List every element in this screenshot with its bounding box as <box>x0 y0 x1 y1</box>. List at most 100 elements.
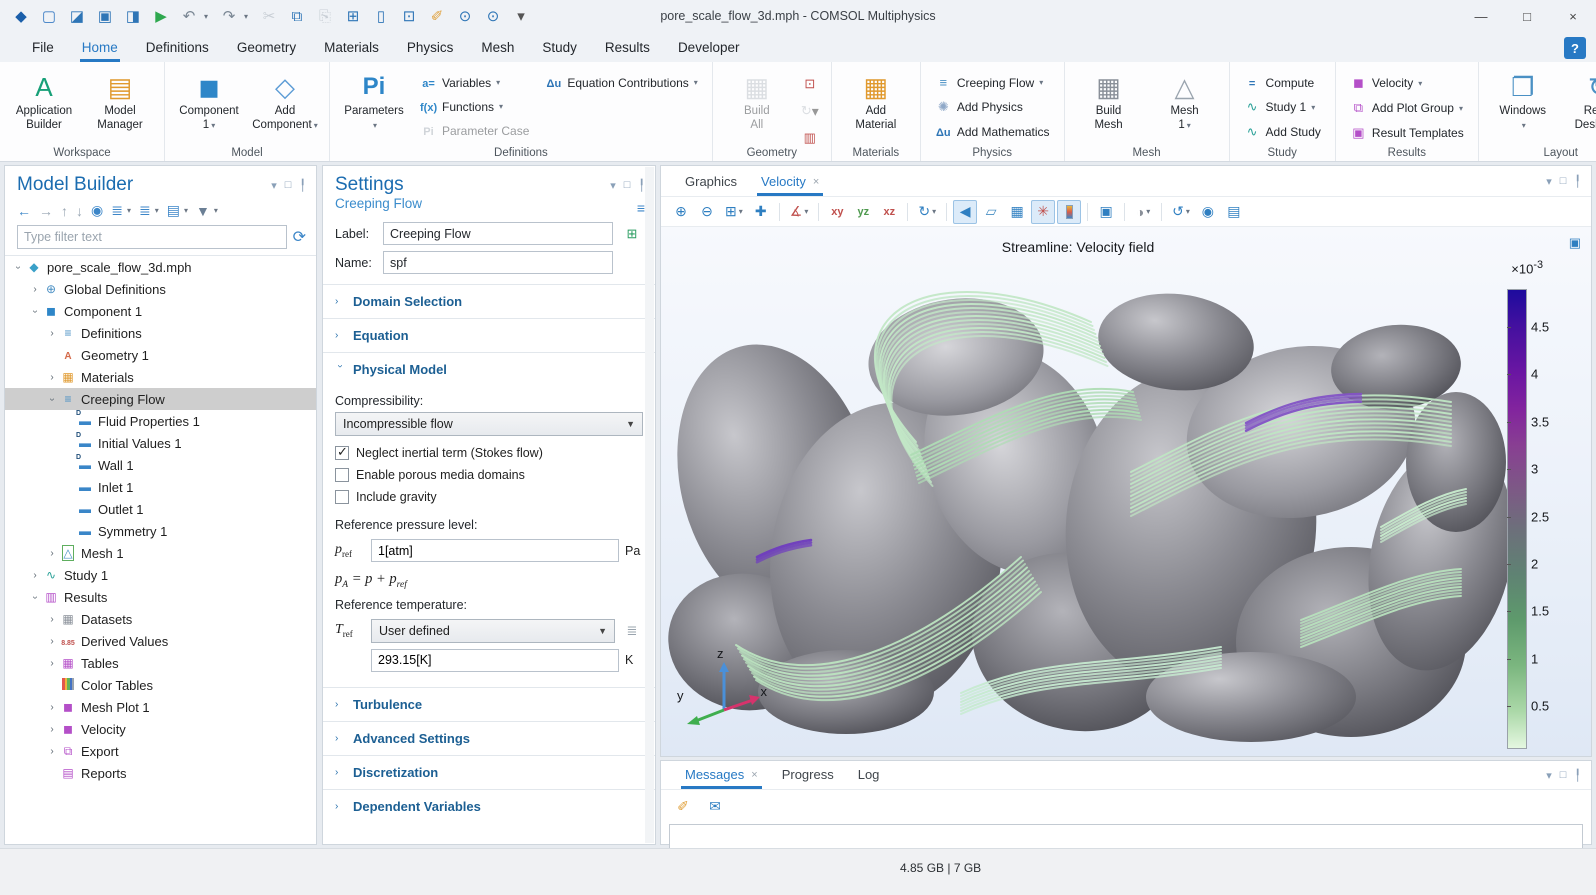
ribbon-tab-mesh[interactable]: Mesh <box>467 35 528 62</box>
build-all-button[interactable]: ▦BuildAll <box>721 66 793 142</box>
section-equation[interactable]: ›Equation <box>323 318 655 352</box>
redo-icon[interactable]: ↷ <box>216 4 242 28</box>
ribbon-tab-physics[interactable]: Physics <box>393 35 468 62</box>
velocity-button[interactable]: ◼Velocity▾ <box>1344 72 1470 94</box>
print-button[interactable]: ▤ <box>1222 200 1246 224</box>
view-xy-button[interactable]: xy <box>825 200 849 224</box>
open-icon[interactable]: ◪ <box>64 4 90 28</box>
tree-expander-icon[interactable]: › <box>45 372 59 383</box>
ribbon-tab-developer[interactable]: Developer <box>664 35 754 62</box>
qat-overflow-icon[interactable]: ▾ <box>508 4 534 28</box>
tree-item-creeping-flow[interactable]: ›≡Creeping Flow <box>5 388 316 410</box>
go-to-view-button[interactable]: ∡▾ <box>786 200 813 224</box>
checkbox-include-gravity[interactable]: Include gravity <box>335 486 643 508</box>
show-icon[interactable]: ◉ <box>91 202 103 219</box>
camera-button[interactable]: ◉ <box>1196 200 1220 224</box>
transparency-button[interactable]: ▱ <box>979 200 1003 224</box>
section-dependent-variables[interactable]: ›Dependent Variables <box>323 789 655 823</box>
label-input[interactable] <box>383 222 613 245</box>
compressibility-combobox[interactable]: Incompressible flow ▼ <box>335 412 643 436</box>
add-study-button[interactable]: ∿Add Study <box>1238 121 1327 143</box>
tree-item-component-1[interactable]: ›◼Component 1 <box>5 300 316 322</box>
result-templates-button[interactable]: ▣Result Templates <box>1344 122 1470 144</box>
float-panel-icon[interactable]: □ <box>624 179 631 192</box>
list-select-icon[interactable]: ≣ <box>621 620 643 642</box>
tree-expander-icon[interactable]: › <box>45 724 59 735</box>
tree-item-tables[interactable]: ›▦Tables <box>5 652 316 674</box>
filter-input[interactable] <box>17 225 287 249</box>
tree-item-reports[interactable]: ▤Reports <box>5 762 316 784</box>
checkbox-icon[interactable] <box>335 446 349 460</box>
equation-contributions-button[interactable]: ΔuEquation Contributions▾ <box>539 72 703 93</box>
parameter-case-button[interactable]: PiParameter Case <box>414 120 535 141</box>
compute-button[interactable]: =Compute <box>1238 72 1327 93</box>
section-advanced-settings[interactable]: ›Advanced Settings <box>323 721 655 755</box>
ribbon-tab-geometry[interactable]: Geometry <box>223 35 310 62</box>
model-tree-node-icon[interactable]: ▤ <box>167 202 180 219</box>
rename-icon[interactable]: ⊞ <box>621 223 643 245</box>
ribbon-tab-definitions[interactable]: Definitions <box>132 35 223 62</box>
delete-icon[interactable]: ▯ <box>368 4 394 28</box>
tree-item-datasets[interactable]: ›▦Datasets <box>5 608 316 630</box>
color-theme-button[interactable]: ◑▾ <box>1131 200 1155 224</box>
application-builder-button[interactable]: AApplicationBuilder <box>8 66 80 142</box>
checkbox-neglect-inertial[interactable]: Neglect inertial term (Stokes flow) <box>335 442 643 464</box>
tree-item-geometry-1[interactable]: AGeometry 1 <box>5 344 316 366</box>
close-tab-icon[interactable]: × <box>751 769 757 781</box>
maximize-button[interactable]: □ <box>1504 0 1550 32</box>
panel-menu-icon[interactable]: ▾ <box>1546 175 1552 188</box>
undo-icon[interactable]: ↶ <box>176 4 202 28</box>
ribbon-tab-study[interactable]: Study <box>528 35 591 62</box>
checkbox-icon[interactable] <box>335 490 349 504</box>
tree-expander-icon[interactable]: › <box>47 392 58 406</box>
clear-messages-button[interactable]: ✐ <box>671 794 695 818</box>
creeping-flow-button[interactable]: ≡Creeping Flow▾ <box>929 72 1056 93</box>
graphics-canvas[interactable]: Streamline: Velocity field ▣ <box>661 226 1591 756</box>
tree-item-materials[interactable]: ›▦Materials <box>5 366 316 388</box>
tree-item-velocity[interactable]: ›◼Velocity <box>5 718 316 740</box>
ribbon-tab-home[interactable]: Home <box>68 35 132 62</box>
tref-combobox[interactable]: User defined ▼ <box>371 619 615 643</box>
float-panel-icon[interactable]: □ <box>1560 175 1567 188</box>
tree-expander-icon[interactable]: › <box>45 614 59 625</box>
scene-light-button[interactable]: ◀ <box>953 200 977 224</box>
show-axes-button[interactable]: ✳ <box>1031 200 1055 224</box>
graphics-tab-velocity[interactable]: Velocity× <box>751 169 829 196</box>
pin-panel-icon[interactable]: ╿ <box>1574 175 1581 188</box>
run-icon[interactable]: ▶ <box>148 4 174 28</box>
move-up-icon[interactable]: ↑ <box>61 203 68 219</box>
insert-sequence-button[interactable]: ⊡ <box>797 72 823 96</box>
tree-item-initial-values-1[interactable]: ▬DInitial Values 1 <box>5 432 316 454</box>
select-box-icon[interactable]: ⊡ <box>396 4 422 28</box>
grid-button[interactable]: ▦ <box>1005 200 1029 224</box>
model-manager-button[interactable]: ▤ModelManager <box>84 66 156 142</box>
rebuild-button[interactable]: ↻▾ <box>797 99 823 123</box>
tree-item-inlet-1[interactable]: ▬Inlet 1 <box>5 476 316 498</box>
tree-expander-icon[interactable]: › <box>30 304 41 318</box>
view-yz-button[interactable]: yz <box>851 200 875 224</box>
checkbox-icon[interactable] <box>335 468 349 482</box>
cut-icon[interactable]: ✂ <box>256 4 282 28</box>
section-domain-selection[interactable]: ›Domain Selection <box>323 284 655 318</box>
tree-item-global-definitions[interactable]: ›⊕Global Definitions <box>5 278 316 300</box>
tree-expander-icon[interactable]: › <box>28 284 42 295</box>
save-icon[interactable]: ▣ <box>92 4 118 28</box>
find-replace-icon[interactable]: ⊙ <box>480 4 506 28</box>
tree-expander-icon[interactable]: › <box>45 328 59 339</box>
name-input[interactable] <box>383 251 613 274</box>
mesh-1-button[interactable]: △Mesh1▾ <box>1149 66 1221 142</box>
tree-expander-icon[interactable]: › <box>45 636 59 647</box>
panel-menu-icon[interactable]: ▾ <box>610 179 616 192</box>
panel-menu-icon[interactable]: ▾ <box>1546 769 1552 782</box>
help-button[interactable]: ? <box>1564 37 1586 59</box>
messages-tab-progress[interactable]: Progress <box>772 762 844 789</box>
tree-expander-icon[interactable]: › <box>13 260 24 274</box>
tree-item-export[interactable]: ›⧉Export <box>5 740 316 762</box>
pin-panel-icon[interactable]: ╿ <box>638 179 645 192</box>
zoom-extents-button[interactable]: ✚ <box>749 200 773 224</box>
checkbox-porous-media[interactable]: Enable porous media domains <box>335 464 643 486</box>
tree-expander-icon[interactable]: › <box>28 570 42 581</box>
ribbon-tab-file[interactable]: File <box>18 35 68 62</box>
tree-item-mesh-plot-1[interactable]: ›◼Mesh Plot 1 <box>5 696 316 718</box>
lock-button[interactable]: ▣ <box>1094 200 1118 224</box>
